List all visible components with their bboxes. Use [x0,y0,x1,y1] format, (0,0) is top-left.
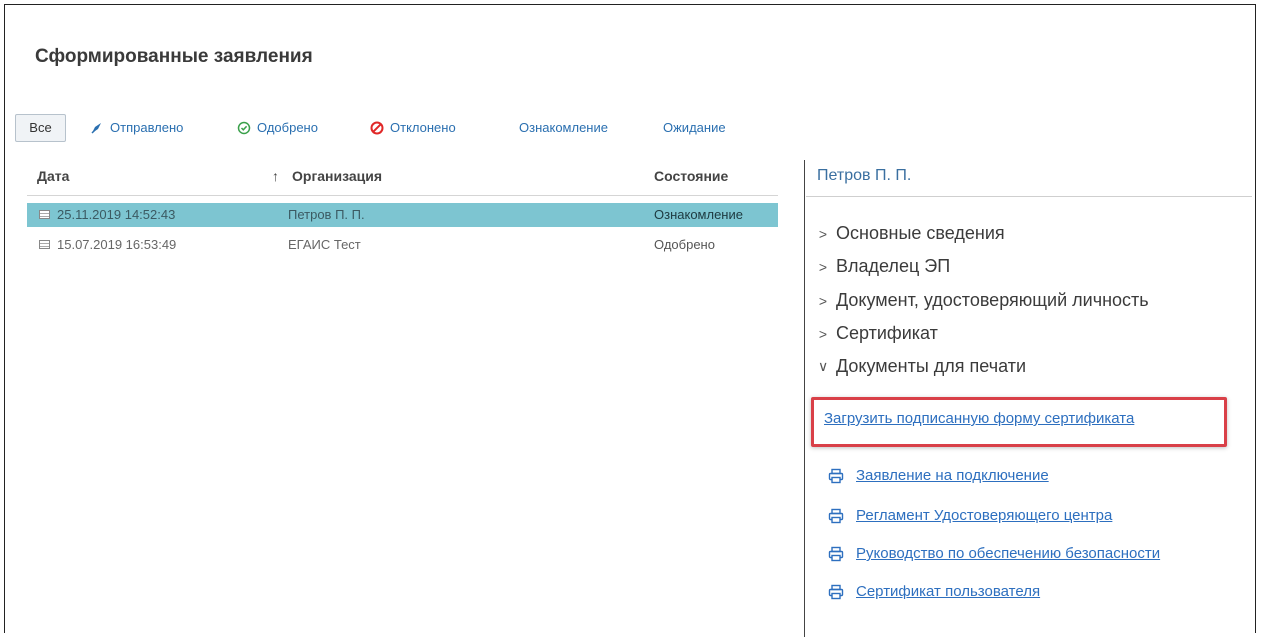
filter-all-label: Все [29,120,52,135]
filter-approved-label: Одобрено [257,120,318,135]
filter-rejected-label: Отклонено [390,120,456,135]
filter-all-button[interactable]: Все [15,114,66,142]
section-signature-owner[interactable]: > Владелец ЭП [818,256,950,277]
sort-arrow-icon[interactable]: ↑ [272,168,279,184]
filter-review-label: Ознакомление [519,120,608,135]
row-state: Одобрено [654,237,715,252]
printer-icon [828,508,844,523]
cancel-circle-icon [370,121,384,135]
table-row[interactable]: 15.07.2019 16:53:49 ЕГАИС Тест Одобрено [27,233,778,257]
filter-waiting-button[interactable]: Ожидание [663,114,726,142]
print-doc-label: Сертификат пользователя [856,583,1041,600]
print-doc-label: Руководство по обеспечению безопасности [856,545,1161,562]
document-icon [39,240,50,249]
filter-sent-button[interactable]: Отправлено [90,114,183,142]
section-label: Владелец ЭП [836,256,951,276]
filter-waiting-label: Ожидание [663,120,726,135]
filter-review-button[interactable]: Ознакомление [519,114,608,142]
printer-icon [828,468,844,483]
panel-divider [804,160,805,637]
section-basic-info[interactable]: > Основные сведения [818,223,1005,244]
column-header-date[interactable]: Дата [37,168,69,184]
row-organization: Петров П. П. [288,207,365,222]
row-organization: ЕГАИС Тест [288,237,361,252]
chevron-right-icon: > [818,292,828,309]
column-header-state[interactable]: Состояние [654,168,728,184]
section-label: Основные сведения [836,223,1005,243]
printer-icon [828,546,844,561]
header-divider [27,195,778,196]
check-circle-icon [237,121,251,135]
print-doc-link[interactable]: Руководство по обеспечению безопасности [828,545,1160,562]
upload-signed-certificate-link[interactable]: Загрузить подписанную форму сертификата [824,410,1134,427]
filter-sent-label: Отправлено [110,120,184,135]
print-doc-link[interactable]: Заявление на подключение [828,467,1049,484]
chevron-right-icon: > [818,225,828,242]
send-icon [91,123,101,134]
print-doc-link[interactable]: Сертификат пользователя [828,583,1040,600]
window-frame [4,4,1256,633]
print-doc-label: Заявление на подключение [856,467,1049,484]
filter-approved-button[interactable]: Одобрено [237,114,318,142]
chevron-right-icon: > [818,325,828,342]
page-title: Сформированные заявления [35,46,313,67]
print-doc-link[interactable]: Регламент Удостоверяющего центра [828,507,1112,524]
table-row[interactable]: 25.11.2019 14:52:43 Петров П. П. Ознаком… [27,203,778,227]
chevron-right-icon: > [818,258,828,275]
column-header-organization[interactable]: Организация [292,168,382,184]
print-doc-label: Регламент Удостоверяющего центра [856,507,1113,524]
filter-rejected-button[interactable]: Отклонено [370,114,456,142]
row-date: 25.11.2019 14:52:43 [57,207,176,222]
section-print-documents[interactable]: ∨ Документы для печати [818,356,1026,377]
section-label: Документы для печати [836,356,1026,376]
document-icon [39,210,50,219]
section-certificate[interactable]: > Сертификат [818,323,938,344]
details-title: Петров П. П. [817,167,912,184]
section-label: Сертификат [836,323,938,343]
section-label: Документ, удостоверяющий личность [836,290,1149,310]
row-date: 15.07.2019 16:53:49 [57,237,177,252]
section-identity-document[interactable]: > Документ, удостоверяющий личность [818,290,1149,311]
row-state: Ознакомление [654,207,743,222]
printer-icon [828,584,844,599]
chevron-down-icon: ∨ [818,358,829,374]
details-title-divider [806,196,1252,197]
